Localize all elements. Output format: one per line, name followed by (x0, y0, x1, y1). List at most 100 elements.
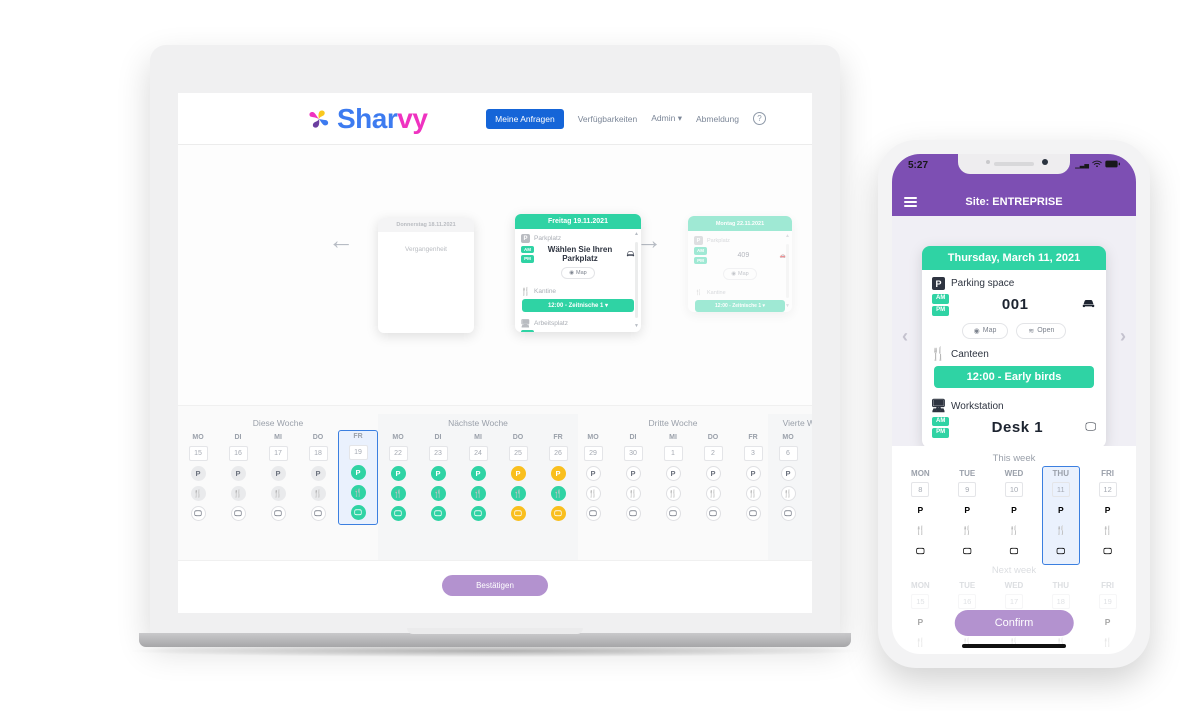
workstation-status-icon[interactable]: 🖵 (270, 506, 286, 521)
confirm-button[interactable]: Bestätigen (442, 575, 548, 596)
phone-canteen-slot[interactable]: 12:00 - Early birds (934, 365, 1094, 388)
parking-status-icon[interactable]: P (390, 466, 406, 481)
parking-status-icon[interactable]: P (1005, 501, 1022, 518)
workstation-status-icon[interactable]: 🖵 (550, 506, 566, 521)
scroll-down-icon[interactable]: ▼ (785, 303, 790, 309)
nav-logout-link[interactable]: Abmeldung (696, 114, 739, 124)
calendar-day[interactable]: FR 3 P 🍴 🖵 (733, 434, 773, 521)
phone-map-button[interactable]: ◉ Map (961, 322, 1009, 339)
card-scrollbar[interactable]: ▲ ▼ (634, 231, 639, 329)
workstation-status-icon[interactable]: 🖵 (510, 506, 526, 521)
canteen-status-icon[interactable]: 🍴 (959, 634, 976, 651)
canteen-status-icon[interactable]: 🍴 (780, 486, 796, 501)
workstation-status-icon[interactable]: 🖵 (665, 506, 681, 521)
parking-status-icon[interactable]: P (912, 501, 929, 518)
scrollbar-track[interactable] (786, 244, 789, 298)
canteen-status-icon[interactable]: 🍴 (1005, 634, 1022, 651)
calendar-day[interactable]: FRI19P🍴🖵 (1089, 581, 1127, 654)
workstation-status-icon[interactable]: 🖵 (230, 506, 246, 521)
current-day-card[interactable]: Freitag 19.11.2021 ▲ ▼ P Parkplatz AM PM (515, 214, 641, 332)
parking-status-icon[interactable]: P (230, 466, 246, 481)
calendar-day[interactable]: DO 25 P 🍴 🖵 (498, 434, 538, 521)
nav-admin-dropdown[interactable]: Admin ▾ (651, 113, 682, 124)
help-icon[interactable]: ? (753, 112, 766, 125)
calendar-day[interactable]: MI 24 P 🍴 🖵 (458, 434, 498, 521)
day-number[interactable]: 1 (663, 446, 683, 461)
next-parking-value[interactable]: 409 (711, 252, 776, 260)
calendar-day[interactable]: DO 18 P 🍴 🖵 (298, 434, 338, 525)
parking-status-icon[interactable]: P (585, 466, 601, 481)
canteen-status-icon[interactable]: 🍴 (350, 485, 366, 500)
workstation-status-icon[interactable]: 🖵 (470, 506, 486, 521)
workstation-status-icon[interactable]: 🖵 (705, 506, 721, 521)
parking-status-icon[interactable]: P (745, 466, 761, 481)
calendar-day[interactable]: FR 26 P 🍴 🖵 (538, 434, 578, 521)
phone-parking-value[interactable]: 001 (955, 296, 1075, 313)
next-day-card[interactable]: Montag 22.11.2021 ▲ ▼ P Parkplatz AM PM (688, 216, 792, 312)
canteen-status-icon[interactable]: 🍴 (1052, 634, 1069, 651)
day-number[interactable]: 23 (428, 446, 448, 461)
scroll-up-icon[interactable]: ▲ (634, 231, 639, 237)
canteen-status-icon[interactable]: 🍴 (430, 486, 446, 501)
calendar-day[interactable]: DI 30 P 🍴 🖵 (613, 434, 653, 521)
workstation-status-icon[interactable]: 🖵 (625, 506, 641, 521)
past-day-card[interactable]: Donnerstag 18.11.2021 Vergangenheit (378, 218, 474, 333)
day-number[interactable]: 10 (1004, 482, 1023, 497)
parking-status-icon[interactable]: P (780, 466, 796, 481)
day-number[interactable]: 19 (1098, 594, 1117, 609)
calendar-day[interactable]: MON 8 P 🍴 🖵 (901, 469, 939, 565)
canteen-status-icon[interactable]: 🍴 (550, 486, 566, 501)
parking-status-icon[interactable]: P (510, 466, 526, 481)
workstation-status-icon[interactable]: 🖵 (310, 506, 326, 521)
scroll-up-icon[interactable]: ▲ (785, 233, 790, 239)
workstation-status-icon[interactable]: 🖵 (745, 506, 761, 521)
calendar-day[interactable]: MI 17 P 🍴 🖵 (258, 434, 298, 525)
calendar-day[interactable]: WED 10 P 🍴 🖵 (995, 469, 1033, 565)
parking-status-icon[interactable]: P (470, 466, 486, 481)
day-number[interactable]: 9 (958, 482, 977, 497)
parking-status-icon[interactable]: P (1052, 501, 1069, 518)
phone-open-button[interactable]: ≋ Open (1016, 322, 1067, 339)
day-number[interactable]: 3 (743, 446, 763, 461)
calendar-day[interactable]: MI 1 P 🍴 🖵 (653, 434, 693, 521)
day-number[interactable]: 6 (778, 446, 798, 461)
parking-status-icon[interactable]: P (665, 466, 681, 481)
parking-status-icon[interactable]: P (959, 501, 976, 518)
day-number[interactable]: 29 (583, 446, 603, 461)
calendar-day[interactable]: MO 15 P 🍴 🖵 (178, 434, 218, 525)
day-number[interactable]: 17 (1004, 594, 1023, 609)
parking-status-icon[interactable]: P (705, 466, 721, 481)
calendar-day[interactable]: TUE 9 P 🍴 🖵 (948, 469, 986, 565)
calendar-day[interactable]: DO 2 P 🍴 🖵 (693, 434, 733, 521)
phone-current-day-card[interactable]: Thursday, March 11, 2021 P Parking space… (922, 246, 1106, 449)
canteen-status-icon[interactable]: 🍴 (585, 486, 601, 501)
day-number[interactable]: 16 (228, 446, 248, 461)
parking-status-icon[interactable]: P (912, 613, 929, 630)
day-number[interactable]: 17 (268, 446, 288, 461)
canteen-status-icon[interactable]: 🍴 (390, 486, 406, 501)
calendar-day[interactable]: DI7P🍴🖵 (808, 434, 812, 521)
day-number[interactable]: 25 (508, 446, 528, 461)
canteen-status-icon[interactable]: 🍴 (912, 522, 929, 539)
next-map-button[interactable]: ◉ Map (723, 268, 757, 281)
next-canteen-slot-select[interactable]: 12:00 - Zeitnische 1 ▾ (695, 300, 785, 312)
day-number[interactable]: 2 (703, 446, 723, 461)
canteen-status-icon[interactable]: 🍴 (1005, 522, 1022, 539)
day-number[interactable]: 11 (1051, 482, 1070, 497)
parking-status-icon[interactable]: P (550, 466, 566, 481)
day-number[interactable]: 18 (308, 446, 328, 461)
parking-status-icon[interactable]: P (190, 466, 206, 481)
workstation-status-icon[interactable]: 🖵 (350, 505, 366, 520)
carousel-prev-arrow-icon[interactable]: ← (328, 227, 354, 253)
canteen-status-icon[interactable]: 🍴 (510, 486, 526, 501)
parking-status-icon[interactable]: P (310, 466, 326, 481)
canteen-status-icon[interactable]: 🍴 (1099, 634, 1116, 651)
brand-logo[interactable]: Sharvy (306, 104, 428, 133)
workstation-status-icon[interactable]: 🖵 (959, 543, 976, 560)
workstation-status-icon[interactable]: 🖵 (912, 543, 929, 560)
canteen-status-icon[interactable]: 🍴 (959, 522, 976, 539)
parking-value[interactable]: Wählen Sie Ihren Parkplatz (538, 245, 622, 263)
parking-status-icon[interactable]: P (270, 466, 286, 481)
workstation-status-icon[interactable]: 🖵 (780, 506, 796, 521)
workstation-status-icon[interactable]: 🖵 (585, 506, 601, 521)
